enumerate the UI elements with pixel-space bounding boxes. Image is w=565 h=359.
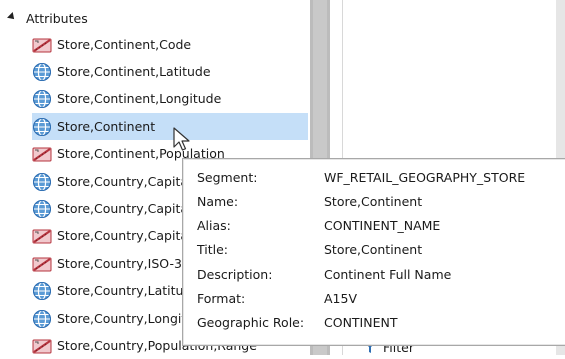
tooltip-key: Name:	[197, 193, 239, 209]
tree-item-label: Store,Continent,Longitude	[57, 91, 222, 107]
tree-item-label: Store,Continent,Code	[57, 36, 192, 52]
tooltip-value: CONTINENT	[324, 315, 398, 331]
tree-item[interactable]: Store,Continent,Longitude	[32, 86, 308, 113]
tooltip-row: Title: Store,Continent	[197, 240, 422, 260]
ruler-icon	[32, 229, 52, 244]
tooltip-value: A15V	[324, 291, 358, 306]
tooltip-key: Description:	[197, 266, 273, 282]
ruler-icon	[32, 38, 52, 52]
tooltip-row: Alias: CONTINENT_NAME	[197, 216, 440, 236]
tree-item[interactable]: Store,Continent,Latitude	[32, 58, 308, 85]
field-info-tooltip: Segment: WF_RETAIL_GEOGRAPHY_STORE Name: St…	[182, 158, 565, 346]
tooltip-row: Geographic Role: CONTINENT	[197, 313, 397, 333]
tooltip-value: CONTINENT_NAME	[324, 218, 441, 234]
tooltip-key: Geographic Role:	[197, 315, 305, 331]
globe-icon	[33, 62, 51, 81]
tooltip-value: WF_RETAIL_GEOGRAPHY_STORE	[324, 169, 526, 185]
globe-icon	[33, 281, 51, 301]
globe-icon	[33, 309, 51, 328]
tooltip-row: Name: Store,Continent	[197, 191, 422, 211]
globe-icon	[33, 199, 51, 218]
ruler-icon	[32, 147, 52, 162]
globe-icon	[33, 172, 51, 191]
attributes-group-label: Attributes	[26, 10, 88, 26]
tooltip-value: Store,Continent	[324, 193, 423, 209]
tooltip-row: Format: A15V	[197, 289, 357, 309]
expand-arrow-icon[interactable]	[7, 12, 17, 22]
ruler-icon	[32, 257, 52, 272]
tooltip-row: Segment: WF_RETAIL_GEOGRAPHY_STORE	[197, 167, 525, 187]
tree-item-label: Store,Continent	[57, 118, 156, 134]
tree-item-label: Store,Continent,Latitude	[57, 63, 211, 79]
tooltip-value: Store,Continent	[324, 242, 423, 258]
tree-item-label: Store,Country,Latitude	[57, 283, 200, 299]
tooltip-key: Alias:	[197, 218, 231, 234]
tooltip-value: Continent Full Name	[324, 266, 452, 282]
ruler-icon	[32, 339, 52, 354]
mouse-pointer-icon	[173, 127, 190, 151]
tree-item-label: Store,Country,Capital	[57, 228, 192, 244]
globe-icon	[33, 117, 51, 136]
tree-item[interactable]: Store,Continent	[32, 113, 308, 141]
tooltip-row: Description: Continent Full Name	[197, 264, 451, 284]
tooltip-key: Segment:	[197, 169, 258, 185]
globe-icon	[33, 90, 51, 109]
attributes-group-header[interactable]: Attributes	[7, 8, 88, 28]
tooltip-key: Format:	[197, 291, 246, 306]
tooltip-key: Title:	[197, 242, 228, 258]
tree-item[interactable]: Store,Continent,Code	[32, 31, 308, 58]
